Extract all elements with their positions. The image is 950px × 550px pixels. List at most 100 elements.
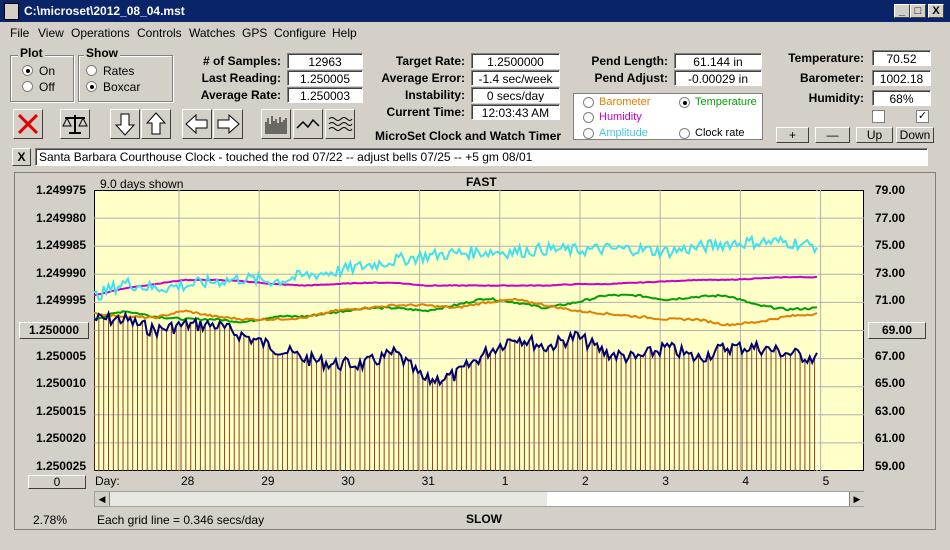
left-tick-label: 1.249990: [35, 265, 86, 280]
zoom-level: 2.78%: [33, 513, 68, 527]
day-tick-label: 29: [261, 474, 275, 488]
right-tick-label: 73.00: [875, 265, 906, 280]
menu-operations[interactable]: Operations: [71, 26, 130, 40]
right-tick-label: 65.00: [875, 376, 906, 391]
bar-chart-icon: [265, 116, 287, 134]
instability-label: Instability:: [404, 88, 465, 102]
current-time-label: Current Time:: [386, 105, 465, 119]
left-tick-label: 1.250020: [35, 431, 86, 446]
right-tick-label: 61.00: [875, 431, 906, 446]
current-time-value: 12:03:43 AM: [471, 104, 560, 120]
average-error-value: -1.4 sec/week: [471, 70, 560, 86]
scroll-thumb[interactable]: [547, 492, 849, 506]
show-group: [78, 55, 173, 102]
menu-help[interactable]: Help: [332, 26, 357, 40]
line-chart-icon: [296, 118, 320, 129]
temperature-radio[interactable]: [679, 97, 690, 108]
left-tick-label: 1.249975: [35, 183, 86, 197]
barometer-radio[interactable]: [583, 97, 594, 108]
humidity-value: 68%: [872, 90, 931, 106]
day-axis-label: Day:: [95, 474, 120, 488]
plus-button[interactable]: +: [776, 127, 809, 143]
grid-note: Each grid line = 0.346 secs/day: [97, 513, 265, 527]
arrow-up-icon: [145, 112, 167, 135]
center-rate-button[interactable]: 1.250000: [19, 322, 89, 339]
plot-area: [94, 190, 864, 471]
menu-view[interactable]: View: [38, 26, 64, 40]
clear-button[interactable]: [13, 109, 43, 139]
last-reading-label: Last Reading:: [201, 71, 281, 85]
scroll-left-arrow-icon[interactable]: ◀: [95, 492, 110, 506]
left-tick-label: 1.249980: [35, 210, 86, 225]
average-rate-value: 1.250003: [287, 87, 363, 103]
show-rates-radio[interactable]: [86, 65, 97, 76]
arrow-up-button[interactable]: [141, 109, 171, 139]
day-tick-label: 28: [181, 474, 195, 488]
bar-view-button[interactable]: [261, 109, 291, 139]
offset-button[interactable]: 0: [28, 475, 86, 489]
wave-view-button[interactable]: [325, 109, 355, 139]
plot-off-label: Off: [39, 80, 55, 94]
menu-watches[interactable]: Watches: [189, 26, 235, 40]
horizontal-scrollbar[interactable]: ◀ ▶: [94, 491, 864, 507]
menu-configure[interactable]: Configure: [274, 26, 326, 40]
barometer-value: 1002.18: [872, 70, 931, 86]
option-checkbox-1[interactable]: [872, 110, 885, 123]
samples-label: # of Samples:: [202, 54, 281, 68]
day-tick-label: 31: [421, 474, 435, 488]
humidity-radio[interactable]: [583, 112, 594, 123]
pend-length-value[interactable]: 61.144 in: [674, 53, 762, 69]
plot-off-radio[interactable]: [22, 81, 33, 92]
day-tick-label: 1: [501, 474, 509, 488]
humidity-radio-label: Humidity: [599, 111, 642, 123]
scroll-right-arrow-icon[interactable]: ▶: [849, 492, 864, 506]
menu-gps[interactable]: GPS: [242, 26, 267, 40]
left-tick-label: 1.250025: [35, 459, 86, 473]
day-tick-label: 3: [662, 474, 669, 488]
menu-controls[interactable]: Controls: [137, 26, 182, 40]
arrow-right-button[interactable]: [213, 109, 243, 139]
clear-notes-button[interactable]: X: [12, 148, 31, 166]
humidity-label: Humidity:: [808, 91, 864, 105]
amplitude-radio-label: Amplitude: [599, 127, 648, 139]
temperature-radio-label: Temperature: [695, 96, 757, 108]
minus-button[interactable]: —: [815, 127, 850, 143]
temperature-label: Temperature:: [788, 51, 864, 65]
left-tick-label: 1.250015: [35, 403, 86, 418]
close-button[interactable]: X: [928, 4, 944, 18]
target-rate-value[interactable]: 1.2500000: [471, 53, 560, 69]
notes-field[interactable]: Santa Barbara Courthouse Clock - touched…: [35, 148, 928, 166]
average-error-label: Average Error:: [381, 71, 465, 85]
up-button[interactable]: Up: [856, 127, 893, 143]
maximize-button[interactable]: □: [910, 4, 926, 18]
minimize-button[interactable]: _: [894, 4, 910, 18]
arrow-down-icon: [114, 113, 136, 136]
show-boxcar-label: Boxcar: [103, 80, 141, 94]
line-view-button[interactable]: [293, 109, 323, 139]
app-title: MicroSet Clock and Watch Timer: [375, 129, 562, 143]
plot-group-title: Plot: [18, 46, 45, 60]
arrow-left-button[interactable]: [182, 109, 212, 139]
fast-label: FAST: [466, 175, 497, 189]
average-rate-label: Average Rate:: [200, 88, 281, 102]
right-tick-label: 67.00: [875, 348, 906, 363]
day-tick-label: 30: [341, 474, 355, 488]
day-tick-label: 4: [742, 474, 750, 488]
left-tick-label: 1.250005: [35, 348, 86, 363]
right-tick-label: 75.00: [875, 238, 906, 253]
menu-bar: File View Operations Controls Watches GP…: [0, 22, 950, 42]
option-checkbox-2[interactable]: ✓: [916, 110, 929, 123]
arrow-down-button[interactable]: [110, 109, 140, 139]
menu-file[interactable]: File: [10, 26, 29, 40]
center-temp-button[interactable]: 69.00: [868, 322, 926, 339]
down-button[interactable]: Down: [896, 127, 934, 143]
slow-label: SLOW: [466, 512, 502, 526]
right-tick-label: 63.00: [875, 403, 906, 418]
show-boxcar-radio[interactable]: [86, 81, 97, 92]
plot-on-radio[interactable]: [22, 65, 33, 76]
right-tick-label: 59.00: [875, 459, 906, 473]
balance-button[interactable]: [60, 109, 90, 139]
clock-rate-radio-label: Clock rate: [695, 127, 745, 139]
clock-rate-radio[interactable]: [679, 128, 690, 139]
amplitude-radio[interactable]: [583, 128, 594, 139]
